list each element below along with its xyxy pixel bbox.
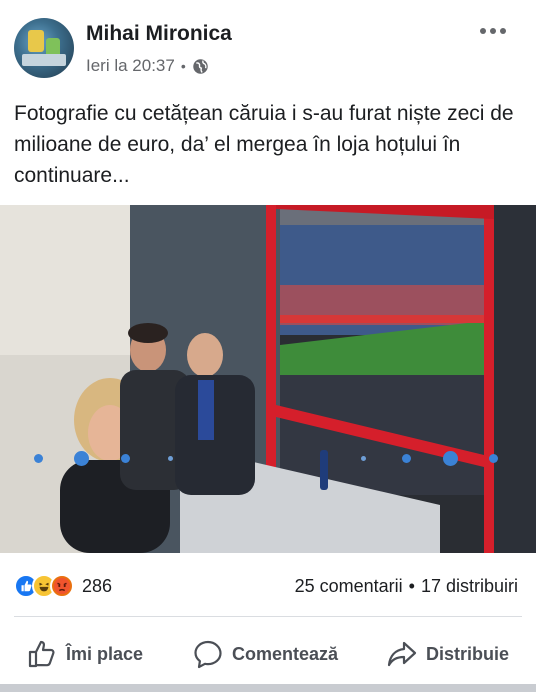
feed-separator xyxy=(0,684,536,692)
comment-bubble-icon xyxy=(194,640,222,669)
carousel-dot-active[interactable] xyxy=(74,451,89,466)
action-bar: Îmi place Comentează Distribuie xyxy=(0,632,536,678)
avatar[interactable] xyxy=(14,18,74,78)
reaction-count: 286 xyxy=(82,575,113,596)
author-name[interactable]: Mihai Mironica xyxy=(86,22,232,46)
post-time[interactable]: Ieri la 20:37 xyxy=(86,56,175,76)
reaction-summary[interactable]: 286 xyxy=(14,574,112,598)
post-stats: 25 comentarii • 17 distribuiri xyxy=(295,576,518,597)
carousel-dot-active[interactable] xyxy=(443,451,458,466)
post-meta: Ieri la 20:37 • xyxy=(86,56,209,76)
carousel-dot[interactable] xyxy=(121,454,130,463)
carousel-dot[interactable] xyxy=(361,456,366,461)
meta-separator: • xyxy=(180,58,186,74)
carousel-dot[interactable] xyxy=(168,456,173,461)
post-text: Fotografie cu cetățean căruia i s-au fur… xyxy=(14,102,514,187)
stadium-photo-illustration xyxy=(0,205,536,553)
globe-icon xyxy=(193,58,208,74)
divider xyxy=(14,616,522,617)
shares-count[interactable]: 17 distribuiri xyxy=(421,576,518,597)
carousel-dot[interactable] xyxy=(489,454,498,463)
angry-icon xyxy=(50,574,74,598)
carousel-dot[interactable] xyxy=(34,454,43,463)
more-options-icon[interactable] xyxy=(480,22,510,40)
comment-button[interactable]: Comentează xyxy=(192,638,338,670)
carousel-dot[interactable] xyxy=(402,454,411,463)
comments-count[interactable]: 25 comentarii xyxy=(295,576,403,597)
thumbs-up-icon xyxy=(28,640,55,668)
stats-separator: • xyxy=(408,576,415,596)
share-arrow-icon xyxy=(387,641,417,667)
share-label: Distribuie xyxy=(426,643,510,664)
post-header: Mihai Mironica Ieri la 20:37 • xyxy=(0,0,536,90)
comment-label: Comentează xyxy=(232,643,339,664)
share-button[interactable]: Distribuie xyxy=(386,638,509,670)
post-photo[interactable] xyxy=(0,205,536,553)
like-button[interactable]: Îmi place xyxy=(26,638,143,670)
carousel-dots xyxy=(0,451,536,466)
like-label: Îmi place xyxy=(66,643,144,664)
